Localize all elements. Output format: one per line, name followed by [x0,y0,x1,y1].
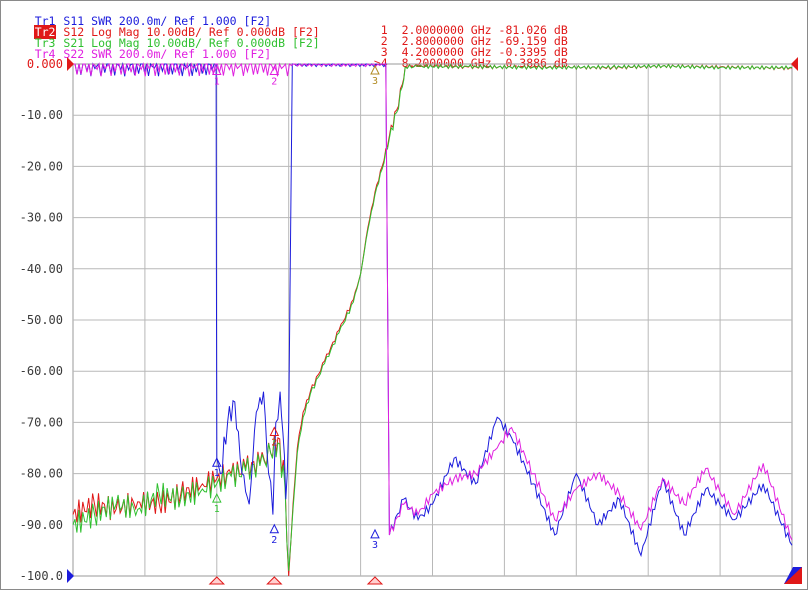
stimulus-marker[interactable] [208,576,226,585]
y-tick-label: 0.000 [27,57,63,71]
vna-screen: Tr1 S11 SWR 200.0m/ Ref 1.000 [F2] Tr2 S… [0,0,808,590]
stimulus-marker[interactable] [266,576,283,585]
stimulus-marker[interactable] [366,576,384,585]
marker-number: 3 [372,76,378,87]
marker-triangle[interactable] [370,64,380,75]
marker-number: 1 [214,504,220,515]
marker-triangle[interactable] [269,523,280,534]
marker-number: 2 [271,77,277,88]
measurement-chart[interactable]: 0.000 -10.00 -20.00 -30.00 -40.00 -50.00 -60.0… [0,0,808,590]
marker-triangle[interactable] [269,426,280,437]
marker-number: 3 [372,540,378,551]
y-tick-label: -10.00 [20,108,63,122]
y-axis-labels: 0.000 -10.00 -20.00 -30.00 -40.00 -50.00 -60.0… [20,57,63,583]
y-tick-label: -50.00 [20,313,63,327]
y-tick-label: -100.0 [20,569,63,583]
marker-symbols: 1 2 3 1 2 3 1 2 [208,64,384,585]
y-tick-label: -30.00 [20,211,63,225]
marker-number: 2 [271,438,277,449]
marker-triangle[interactable] [370,528,380,539]
y-tick-label: -40.00 [20,262,63,276]
marker-number: 2 [271,535,277,546]
y-tick-label: -20.00 [20,159,63,173]
y-tick-label: -70.00 [20,415,63,429]
marker-number: 1 [214,468,220,479]
marker-number: 1 [214,77,220,88]
y-tick-label: -80.00 [20,467,63,481]
y-tick-label: -60.00 [20,364,63,378]
y-tick-label: -90.00 [20,518,63,532]
